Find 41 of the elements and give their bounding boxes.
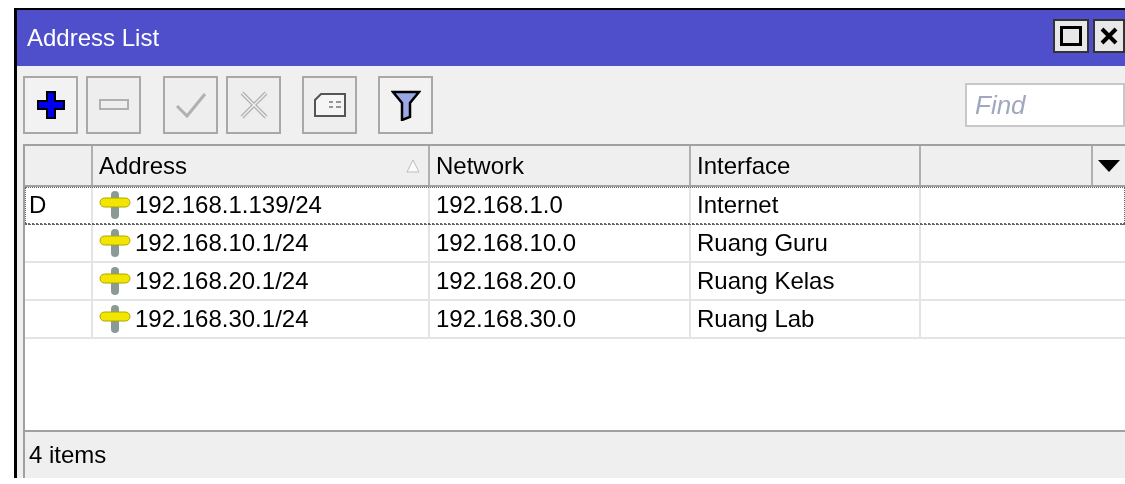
close-icon <box>1099 26 1119 46</box>
filter-icon <box>390 89 421 121</box>
close-button[interactable] <box>1093 19 1125 53</box>
network-cell-text: 192.168.1.0 <box>436 190 563 220</box>
window-title: Address List <box>27 23 160 53</box>
address-icon <box>99 265 131 297</box>
check-icon <box>174 90 207 120</box>
address-cell-text: 192.168.10.1/24 <box>135 228 309 258</box>
maximize-icon <box>1060 26 1082 46</box>
network-cell-text: 192.168.10.0 <box>436 228 577 258</box>
address-icon <box>99 227 131 259</box>
column-header[interactable]: Address <box>93 146 430 185</box>
interface-cell-text: Ruang Lab <box>697 304 815 334</box>
x-icon <box>238 90 269 120</box>
table-row[interactable]: 192.168.30.1/24 192.168.30.0 Ruang Lab <box>25 301 1125 339</box>
address-cell-text: 192.168.30.1/24 <box>135 304 309 334</box>
plus-icon <box>35 90 66 120</box>
toolbar-button[interactable] <box>23 76 78 134</box>
address-cell-text: 192.168.1.139/24 <box>135 190 322 220</box>
note-icon <box>312 92 347 118</box>
network-cell-text: 192.168.20.0 <box>436 266 577 296</box>
address-cell-text: 192.168.20.1/24 <box>135 266 309 296</box>
maximize-button[interactable] <box>1053 19 1089 53</box>
flag-text: D <box>29 190 47 220</box>
interface-cell-text: Ruang Guru <box>697 228 828 258</box>
interface-cell-text: Internet <box>697 190 779 220</box>
item-count: 4 items <box>29 440 107 470</box>
table-row[interactable]: D 192.168.1.139/24 192.168.1.0 Internet <box>25 187 1125 225</box>
table-row[interactable]: 192.168.20.1/24 192.168.20.0 Ruang Kelas <box>25 263 1125 301</box>
find-field[interactable]: Find <box>965 83 1125 127</box>
address-icon <box>99 189 131 221</box>
column-header[interactable]: Network <box>430 146 691 185</box>
toolbar-button[interactable] <box>378 76 433 134</box>
caret-icon <box>1098 159 1120 172</box>
table-row[interactable]: 192.168.10.1/24 192.168.10.0 Ruang Guru <box>25 225 1125 263</box>
network-cell-text: 192.168.30.0 <box>436 304 577 334</box>
minus-icon <box>98 99 129 111</box>
address-icon <box>99 303 131 335</box>
interface-cell-text: Ruang Kelas <box>697 266 835 296</box>
sort-icon <box>406 158 420 173</box>
column-header[interactable]: Interface <box>691 146 921 185</box>
